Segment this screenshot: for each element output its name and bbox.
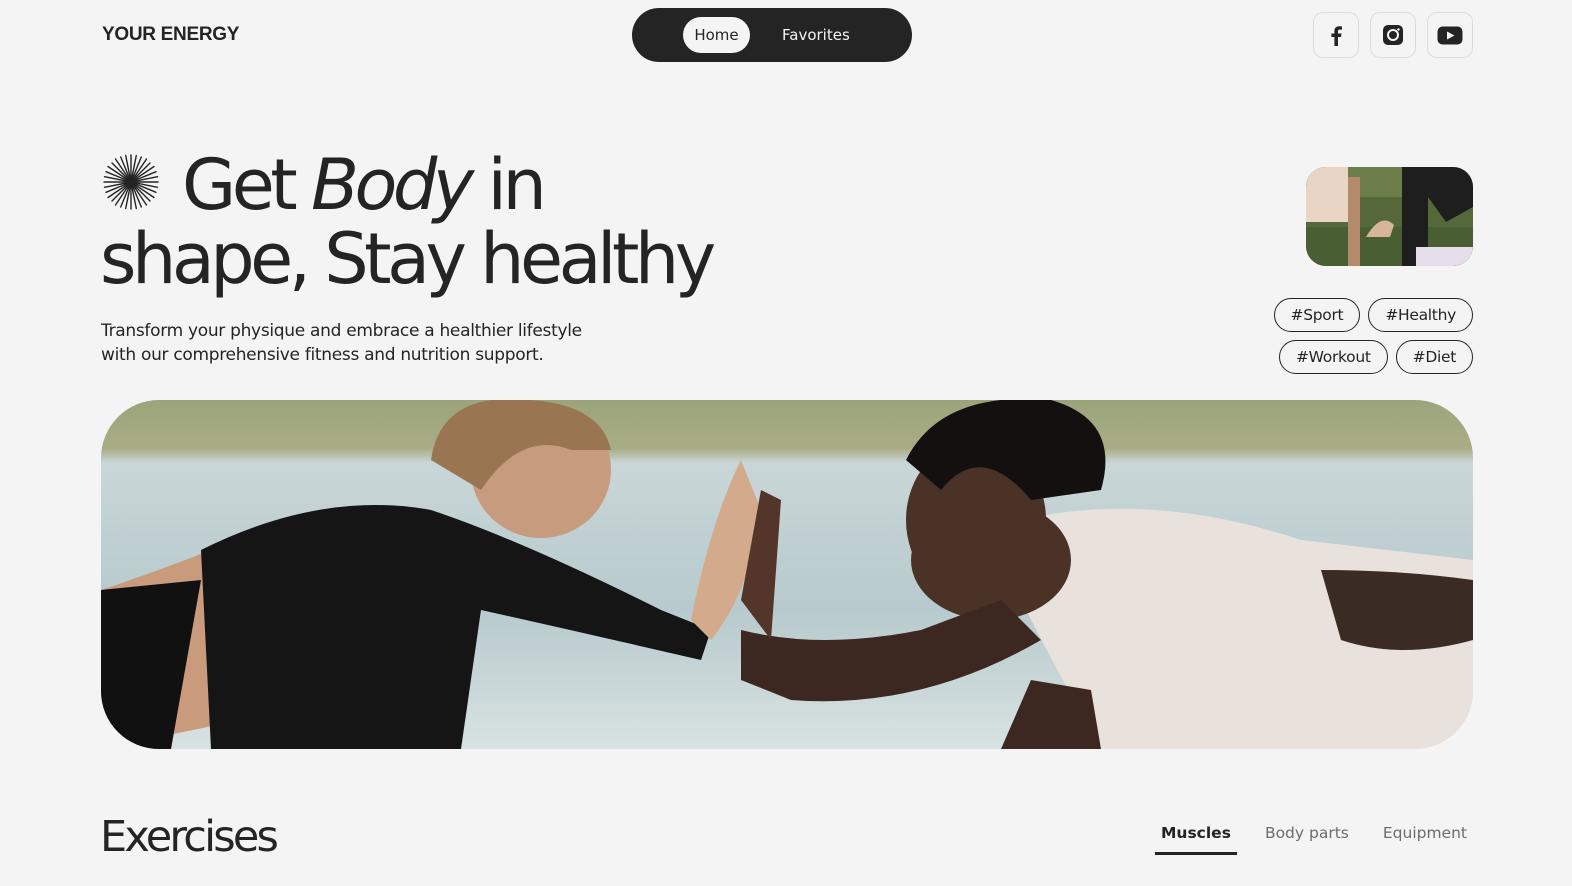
hero-title-part2: in <box>487 144 547 226</box>
facebook-icon <box>1331 25 1342 46</box>
nav-home-link[interactable]: Home <box>683 17 750 53</box>
social-links <box>1313 12 1473 58</box>
yoga-thumbnail-image <box>1306 167 1473 266</box>
youtube-icon <box>1437 26 1463 44</box>
hero-title-part1: Get <box>182 144 298 226</box>
tab-body-parts[interactable]: Body parts <box>1259 824 1355 855</box>
hero-image <box>101 400 1473 749</box>
youtube-button[interactable] <box>1427 12 1473 58</box>
main-nav: Home Favorites <box>632 8 912 62</box>
tag-diet[interactable]: #Diet <box>1395 340 1473 374</box>
nav-favorites-link[interactable]: Favorites <box>782 26 850 44</box>
tab-muscles[interactable]: Muscles <box>1155 824 1237 855</box>
exercise-filter-tabs: Muscles Body parts Equipment <box>1155 824 1473 855</box>
site-logo[interactable]: YOUR ENERGY <box>102 24 239 46</box>
tag-sport[interactable]: #Sport <box>1273 298 1361 332</box>
instagram-icon <box>1383 25 1403 45</box>
facebook-button[interactable] <box>1313 12 1359 58</box>
tab-equipment[interactable]: Equipment <box>1377 824 1473 855</box>
exercises-title: Exercises <box>100 812 279 862</box>
tag-workout[interactable]: #Workout <box>1278 340 1388 374</box>
starburst-icon <box>103 154 159 210</box>
hero-subtitle: Transform your physique and embrace a he… <box>101 321 582 365</box>
hero-tags: #Sport #Healthy #Workout #Diet <box>1253 298 1473 374</box>
hero-title: Get Body in shape, Stay healthy <box>100 148 716 296</box>
hero-title-line2: shape, Stay healthy <box>100 218 716 300</box>
instagram-button[interactable] <box>1370 12 1416 58</box>
hero-title-italic: Body <box>311 144 474 226</box>
tag-healthy[interactable]: #Healthy <box>1368 298 1473 332</box>
